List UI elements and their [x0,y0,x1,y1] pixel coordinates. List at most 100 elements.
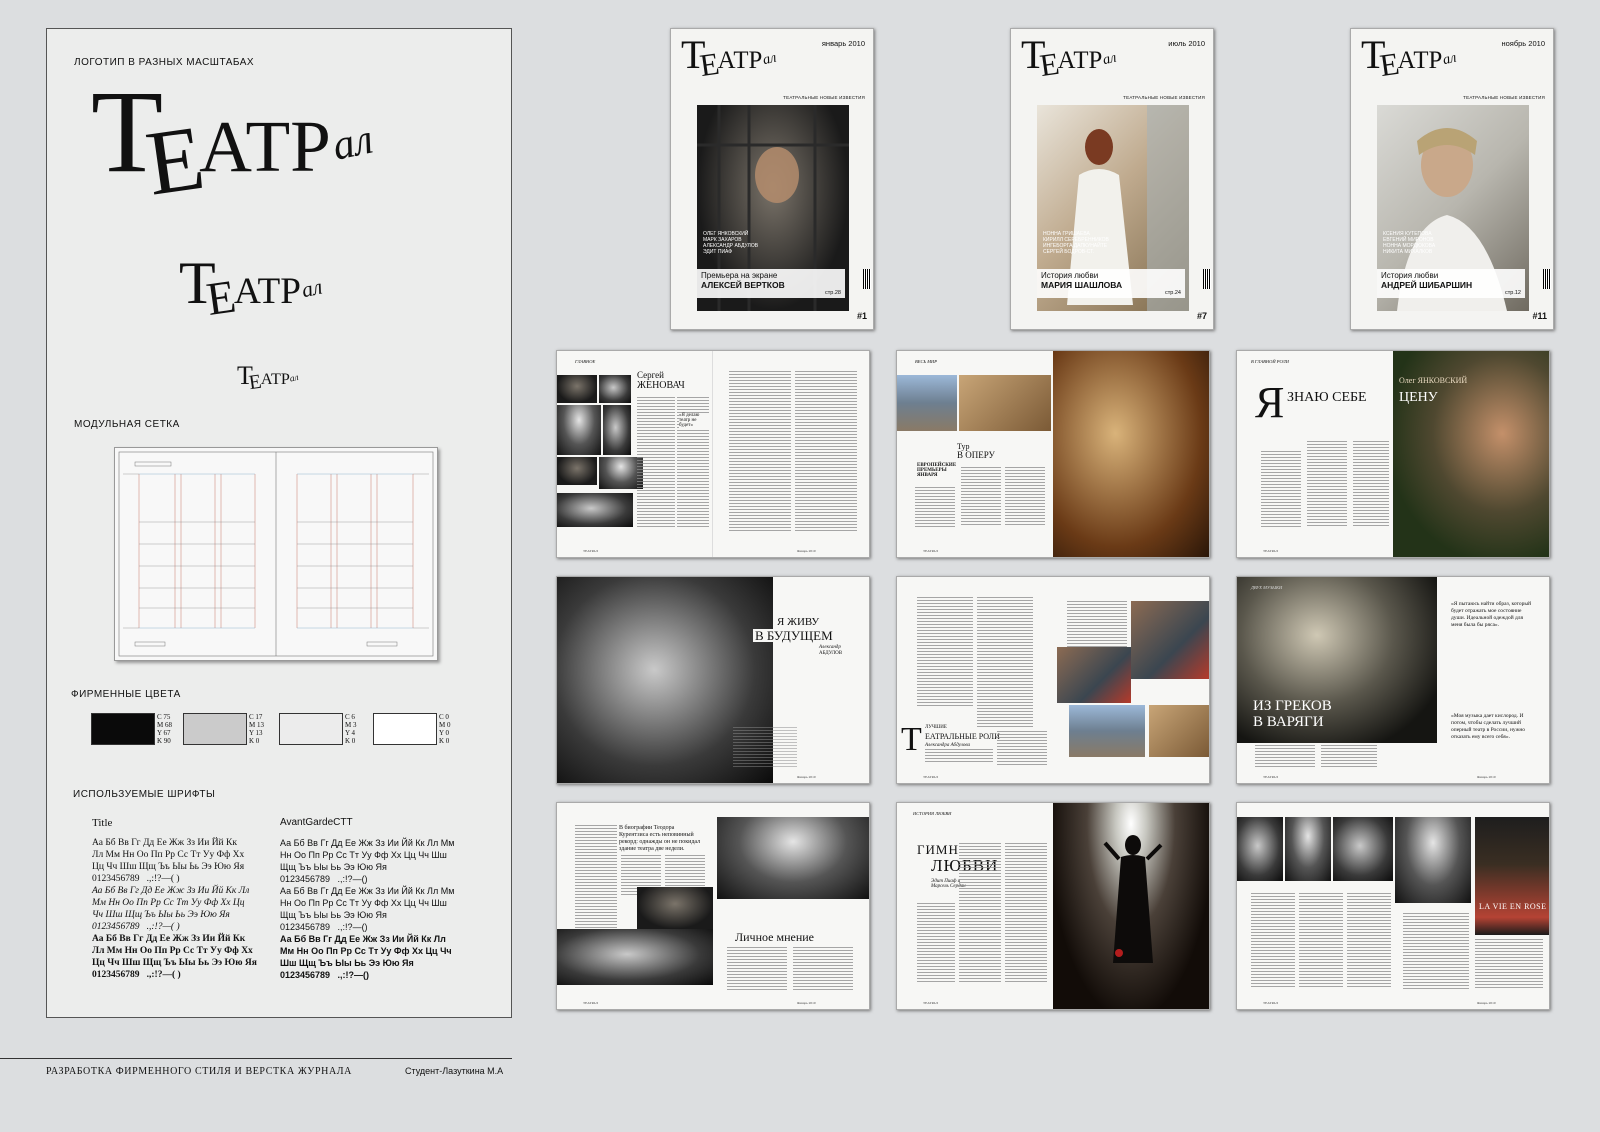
drop-letter: Т [901,721,922,758]
font1-bold-sample: Аа Бб Вв Гг Дд Ее Жж Зз Ии Йй Кк Лл Мм Н… [92,934,257,980]
font2-regular-sample: Аа Бб Вв Гг Дд Ее Жж Зз Ии Йй Кк Лл Мм Н… [280,838,455,884]
text-column [959,843,1001,983]
footer-author: Студент-Лазуткина М.А [405,1066,504,1076]
photo [1333,817,1393,881]
stage-singer-photo [1053,803,1209,1009]
spread-person-name: Олег ЯНКОВСКИЙ [1399,376,1468,385]
logo-large: ТЕАТРал [91,66,377,215]
text-column [1475,939,1543,989]
folio: ТЕАТРАЛ [1263,1001,1279,1005]
folio: Январь 2010 [797,775,816,779]
spread-greeks-varangians: ДВУХ МУЗЫКИ ИЗ ГРЕКОВ В ВАРЯГИ «Я пытаюс… [1236,576,1550,784]
gutter [712,351,713,557]
cover-tagline: ТЕАТРАЛЬНЫЕ НОВЫЕ ИЗВЕСТИЯ [1463,95,1545,100]
cover-logo: ТЕАТРал [1021,32,1118,84]
spread-section-label: ВЕСЬ МИР [915,359,938,364]
photo [637,887,713,929]
text-column [1255,745,1315,769]
folio: ТЕАТРАЛ [1263,775,1279,779]
cover-tagline: ТЕАТРАЛЬНЫЕ НОВЫЕ ИЗВЕСТИЯ [1123,95,1205,100]
photo [1131,601,1209,679]
folio: Январь 2010 [1477,775,1496,779]
photo [603,405,631,455]
cmyk-values: C 6M 3Y 4K 0 [345,713,357,745]
cmyk-values: C 17 M 13 Y 13 K 0 [249,713,264,745]
text-column [1299,893,1343,989]
modular-grid-svg [118,451,434,657]
photo [959,375,1051,431]
photo [1057,647,1131,703]
photo [557,405,601,455]
photo [557,457,597,485]
spread-headline: Личное мнение [735,930,815,944]
folio: ТЕАТРАЛ [923,1001,939,1005]
movie-poster-photo: LA VIE EN ROSE [1475,817,1549,935]
photo [897,375,957,431]
spread-headline-line1: ГИМН [917,842,959,857]
spread-section-label: В ГЛАВНОЙ РОЛИ [1251,359,1289,364]
spread-subtitle: ЛУЧШИЕ [925,725,947,730]
barcode [1203,269,1211,289]
cover-logo: ТЕАТРал [1361,32,1458,84]
photo [1395,817,1471,903]
cover-date: январь 2010 [821,39,865,48]
spread-abdulov: Я ЖИВУ В БУДУЩЕМ Александр АБДУЛОВ Январ… [556,576,870,784]
cover-caption: История любви МАРИЯ ШАШЛОВА стр.24 [1037,269,1185,298]
spread-hymn-of-love: ИСТОРИЯ ЛЮБВИ ГИМН ЛЮБВИ Эдит Пиаф и Мар… [896,802,1210,1010]
cover-logo: ТЕАТРал [681,32,778,84]
font2-name: AvantGardeCTT [280,817,353,828]
color-swatch [91,713,155,745]
spread-zhenovach: ГЛАВНОЕ Сергей ЖЕНОВАЧ «Я делаю театр не… [556,350,870,558]
folio: ТЕАТРАЛ [583,549,599,553]
text-column [637,397,675,527]
spread-author-last: АБДУЛОВ [819,651,843,656]
spread-headline: ЕАТРАЛЬНЫЕ РОЛИ [925,732,1000,741]
barcode [1543,269,1551,289]
color-swatch [373,713,437,745]
photo [557,375,597,403]
spread-author-first: Александр [819,645,841,650]
text-column [1347,893,1391,989]
text-column [915,487,955,527]
font1-regular-sample: Аа Бб Вв Гг Дд Ее Жж Зз Ии Йй Кк Лл Мм Н… [92,838,245,884]
photo [557,493,633,527]
text-column [795,371,857,531]
folio: ТЕАТРАЛ [1263,549,1279,553]
folio: Январь 2010 [1477,1001,1496,1005]
spread-section-label: ГЛАВНОЕ [575,359,596,364]
grid-section-title: МОДУЛЬНАЯ СЕТКА [74,419,180,430]
folio: ТЕАТРАЛ [923,775,939,779]
pull-quote: «Я пытаюсь найти образ, который будет от… [1451,601,1532,628]
hands-photo [717,817,869,899]
text-column [1321,745,1377,769]
spread-headline-line2: В БУДУЩЕМ [753,628,835,643]
fonts-section-title: ИСПОЛЬЗУЕМЫЕ ШРИФТЫ [73,789,216,800]
text-column [1251,893,1295,989]
issue-number: #11 [1532,311,1547,321]
cover-caption: История любви АНДРЕЙ ШИБАРШИН стр.12 [1377,269,1525,298]
folio: Январь 2010 [797,549,816,553]
drop-letter: Я [1255,378,1285,427]
text-column [961,467,1001,527]
folio: ТЕАТРАЛ [923,549,939,553]
spread-theater-roles: Т ЛУЧШИЕ ЕАТРАЛЬНЫЕ РОЛИ Александра Абду… [896,576,1210,784]
barcode [863,269,871,289]
theater-interior-photo [1053,351,1209,557]
photo [1285,817,1331,881]
spread-headline: ЗНАЮ СЕБЕ [1287,390,1367,405]
spread-subtitle: ЕВРОПЕЙСКИЕ ПРЕМЬЕРЫ ЯНВАРЯ [917,463,957,478]
spread-section-label: ИСТОРИЯ ЛЮБВИ [913,811,952,816]
orchestra-photo [557,929,713,985]
photo [1069,705,1145,757]
spread-name-last: ЖЕНОВАЧ [637,380,685,391]
photo [1237,817,1283,881]
text-column [729,371,791,531]
text-column [727,947,787,991]
text-column [1005,467,1045,527]
spread-name-first: Сергей [637,370,664,380]
folio: ТЕАТРАЛ [583,1001,599,1005]
spread-title: В ОПЕРУ [957,450,995,460]
text-column [977,597,1033,727]
poster-title: LA VIE EN ROSE [1479,902,1547,911]
cover-names: НОННА ГРИШАЕВА КИРИЛЛ СЕРЕБРЕННИКОВ ИНГЕБО… [1043,231,1109,255]
